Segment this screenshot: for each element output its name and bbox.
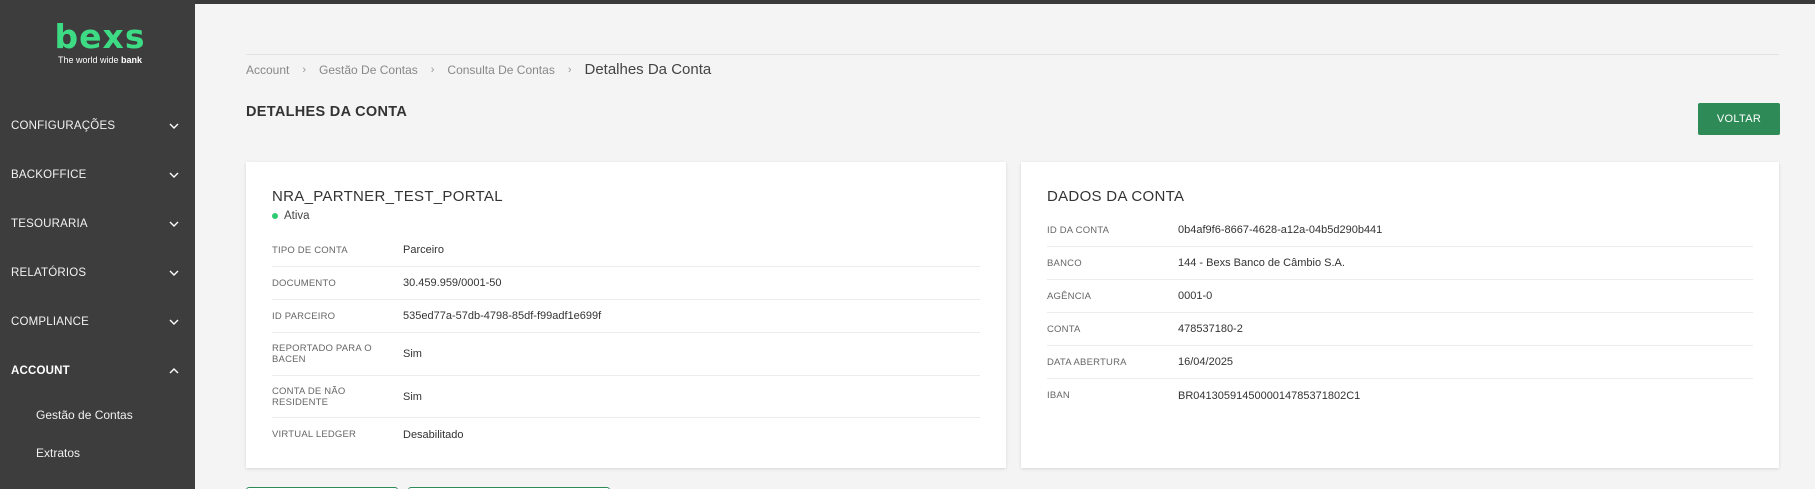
sidebar-subitem-extratos[interactable]: Extratos	[36, 446, 80, 460]
sidebar-item-account[interactable]: ACCOUNT	[0, 351, 195, 391]
detail-row: DOCUMENTO 30.459.959/0001-50	[272, 267, 980, 300]
breadcrumb-account[interactable]: Account	[246, 63, 289, 77]
sidebar-item-label: RELATÓRIOS	[11, 267, 87, 279]
detail-value: 30.459.959/0001-50	[403, 277, 502, 289]
sidebar-item-label: COMPLIANCE	[11, 316, 90, 328]
sidebar-item-label: TESOURARIA	[11, 218, 88, 230]
detail-value: 535ed77a-57db-4798-85df-f99adf1e699f	[403, 310, 602, 322]
breadcrumb-consulta-de-contas[interactable]: Consulta De Contas	[447, 63, 554, 77]
account-name: NRA_PARTNER_TEST_PORTAL	[272, 188, 503, 205]
detail-row: AGÊNCIA 0001-0	[1047, 280, 1753, 313]
detail-row: IBAN BR0413059145000014785371802C1	[1047, 379, 1753, 412]
logo-tagline: The world wide bank	[57, 55, 143, 65]
account-summary-card: NRA_PARTNER_TEST_PORTAL Ativa TIPO DE CO…	[246, 162, 1006, 468]
detail-row: CONTA DE NÃO RESIDENTE Sim	[272, 376, 980, 418]
sidebar-subitem-gestao-de-contas[interactable]: Gestão de Contas	[36, 408, 133, 422]
detail-label: DOCUMENTO	[272, 277, 336, 289]
chevron-right-icon: ›	[430, 63, 435, 76]
detail-value: 16/04/2025	[1178, 356, 1234, 368]
detail-value: Desabilitado	[403, 428, 464, 441]
status-label: Ativa	[284, 210, 310, 222]
detail-label: TIPO DE CONTA	[272, 244, 348, 256]
detail-value: 144 - Bexs Banco de Câmbio S.A.	[1178, 257, 1345, 269]
chevron-right-icon: ›	[302, 63, 307, 76]
sidebar: bexs The world wide bank CONFIGURAÇÕES B…	[0, 0, 195, 489]
status-dot-icon	[272, 213, 278, 219]
chevron-down-icon	[169, 172, 179, 178]
detail-value: 0001-0	[1178, 290, 1213, 302]
detail-label: DATA ABERTURA	[1047, 356, 1127, 368]
detail-label: ID DA CONTA	[1047, 224, 1110, 236]
sidebar-item-compliance[interactable]: COMPLIANCE	[0, 302, 195, 342]
detail-label: AGÊNCIA	[1047, 290, 1092, 302]
detail-row: VIRTUAL LEDGER Desabilitado	[272, 418, 980, 451]
chevron-down-icon	[169, 270, 179, 276]
sidebar-item-backoffice[interactable]: BACKOFFICE	[0, 155, 195, 195]
detail-label: BANCO	[1047, 257, 1082, 269]
account-data-card: DADOS DA CONTA ID DA CONTA 0b4af9f6-8667…	[1021, 162, 1779, 468]
detail-label: ID PARCEIRO	[272, 310, 336, 322]
chevron-right-icon: ›	[567, 63, 572, 76]
account-data-list: ID DA CONTA 0b4af9f6-8667-4628-a12a-04b5…	[1047, 214, 1753, 412]
detail-row: CONTA 478537180-2	[1047, 313, 1753, 346]
detail-label: IBAN	[1047, 390, 1070, 401]
detail-label: VIRTUAL LEDGER	[272, 429, 357, 440]
detail-row: REPORTADO PARA O BACEN Sim	[272, 333, 980, 376]
detail-value: 478537180-2	[1178, 323, 1243, 335]
sidebar-item-label: CONFIGURAÇÕES	[11, 120, 116, 132]
detail-value: Sim	[403, 390, 422, 403]
card-title: DADOS DA CONTA	[1047, 188, 1185, 205]
detail-row: TIPO DE CONTA Parceiro	[272, 234, 980, 267]
sidebar-item-tesouraria[interactable]: TESOURARIA	[0, 204, 195, 244]
detail-value: 0b4af9f6-8667-4628-a12a-04b5d290b441	[1178, 224, 1383, 236]
account-details-list: TIPO DE CONTA Parceiro DOCUMENTO 30.459.…	[272, 234, 980, 451]
detail-row: ID PARCEIRO 535ed77a-57db-4798-85df-f99a…	[272, 300, 980, 333]
main-content: Account › Gestão De Contas › Consulta De…	[195, 4, 1815, 489]
breadcrumb: Account › Gestão De Contas › Consulta De…	[246, 61, 711, 78]
chevron-down-icon	[169, 221, 179, 227]
chevron-up-icon	[169, 368, 179, 374]
status-badge: Ativa	[272, 210, 310, 222]
detail-label: REPORTADO PARA O BACEN	[272, 343, 372, 365]
detail-label: CONTA	[1047, 323, 1081, 335]
chevron-down-icon	[169, 123, 179, 129]
detail-value: BR0413059145000014785371802C1	[1178, 389, 1361, 402]
chevron-down-icon	[169, 319, 179, 325]
detail-row: BANCO 144 - Bexs Banco de Câmbio S.A.	[1047, 247, 1753, 280]
back-button[interactable]: VOLTAR	[1698, 103, 1780, 135]
sidebar-item-label: BACKOFFICE	[11, 169, 87, 181]
divider	[246, 54, 1779, 55]
sidebar-item-configuracoes[interactable]: CONFIGURAÇÕES	[0, 106, 195, 146]
detail-value: Sim	[403, 348, 422, 360]
detail-value: Parceiro	[403, 244, 444, 256]
breadcrumb-current: Detalhes Da Conta	[584, 61, 712, 78]
logo-wordmark: bexs	[54, 17, 146, 56]
sidebar-item-relatorios[interactable]: RELATÓRIOS	[0, 253, 195, 293]
sidebar-item-label: ACCOUNT	[11, 365, 70, 377]
bexs-logo[interactable]: bexs The world wide bank	[50, 17, 150, 66]
detail-row: ID DA CONTA 0b4af9f6-8667-4628-a12a-04b5…	[1047, 214, 1753, 247]
detail-row: DATA ABERTURA 16/04/2025	[1047, 346, 1753, 379]
page-title: DETALHES DA CONTA	[246, 104, 408, 120]
breadcrumb-gestao-de-contas[interactable]: Gestão De Contas	[319, 63, 418, 77]
detail-label: CONTA DE NÃO RESIDENTE	[272, 385, 346, 408]
